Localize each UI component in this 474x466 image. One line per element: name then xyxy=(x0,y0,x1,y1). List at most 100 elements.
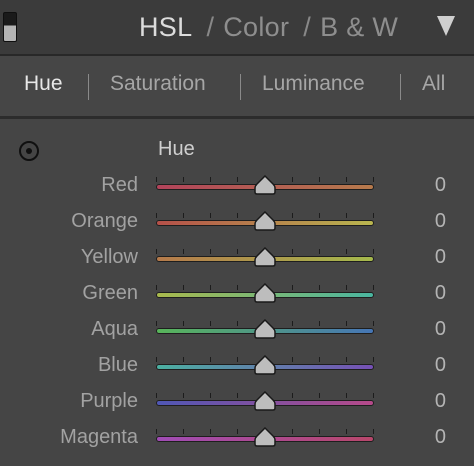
tab-bar: Hue Saturation Luminance All xyxy=(0,56,474,116)
tab-hue[interactable]: Hue xyxy=(24,71,63,97)
slider-thumb[interactable] xyxy=(254,175,276,195)
slider-thumb[interactable] xyxy=(254,391,276,411)
slider-tick xyxy=(346,177,347,182)
slider-tick xyxy=(210,213,211,218)
slider-tick xyxy=(292,393,293,398)
slider-tick xyxy=(319,393,320,398)
slider-value[interactable]: 0 xyxy=(435,172,446,198)
slider-row-red: Red 0 xyxy=(0,167,474,203)
slider-tick xyxy=(237,285,238,290)
slider-tick xyxy=(210,321,211,326)
slider-tick xyxy=(292,249,293,254)
slider-label: Red xyxy=(101,174,138,196)
slider-tick xyxy=(319,177,320,182)
slider-thumb[interactable] xyxy=(254,211,276,231)
slider-tick xyxy=(156,357,157,362)
slider-label: Green xyxy=(82,282,138,304)
slider-tick xyxy=(183,321,184,326)
slider-tick xyxy=(237,213,238,218)
slider-tick xyxy=(292,213,293,218)
section-label: Hue xyxy=(158,138,195,160)
slider-tick xyxy=(156,393,157,398)
slider-tick xyxy=(292,321,293,326)
slider-tick xyxy=(373,429,374,434)
slider-tick xyxy=(210,285,211,290)
slider-tick xyxy=(346,429,347,434)
panel-header[interactable]: HSL / Color / B & W xyxy=(0,0,474,54)
slider-tick xyxy=(156,249,157,254)
target-adjustment-icon[interactable] xyxy=(19,141,39,161)
title-hsl[interactable]: HSL xyxy=(139,12,192,42)
slider-tick xyxy=(319,321,320,326)
slider-thumb[interactable] xyxy=(254,427,276,447)
slider-label: Orange xyxy=(71,210,138,232)
hsl-panel: HSL / Color / B & W Hue Saturation Luminance… xyxy=(0,0,474,466)
slider-tick xyxy=(183,357,184,362)
slider-tick xyxy=(292,429,293,434)
slider-tick xyxy=(319,429,320,434)
slider-tick xyxy=(237,393,238,398)
slider-value[interactable]: 0 xyxy=(435,316,446,342)
slider-tick xyxy=(373,213,374,218)
slider-row-orange: Orange 0 xyxy=(0,203,474,239)
slider-tick xyxy=(346,393,347,398)
slider-tick xyxy=(183,285,184,290)
slider-row-green: Green 0 xyxy=(0,275,474,311)
panel-switch-icon[interactable] xyxy=(3,12,17,42)
tab-luminance[interactable]: Luminance xyxy=(262,71,365,97)
slider-tick xyxy=(210,357,211,362)
slider-value[interactable]: 0 xyxy=(435,388,446,414)
slider-tick xyxy=(183,177,184,182)
tab-separator xyxy=(240,74,241,100)
title-separator: / xyxy=(303,12,312,42)
slider-thumb[interactable] xyxy=(254,355,276,375)
slider-tick xyxy=(319,213,320,218)
collapse-arrow-icon[interactable] xyxy=(437,16,455,36)
slider-tick xyxy=(373,177,374,182)
slider-tick xyxy=(237,357,238,362)
slider-thumb[interactable] xyxy=(254,319,276,339)
panel-title: HSL / Color / B & W xyxy=(139,10,398,44)
slider-tick xyxy=(156,285,157,290)
title-color[interactable]: Color xyxy=(223,12,289,42)
slider-tick xyxy=(210,429,211,434)
slider-tick xyxy=(210,393,211,398)
slider-tick xyxy=(183,249,184,254)
slider-tick xyxy=(346,357,347,362)
slider-value[interactable]: 0 xyxy=(435,244,446,270)
slider-row-blue: Blue 0 xyxy=(0,347,474,383)
slider-tick xyxy=(373,321,374,326)
slider-tick xyxy=(292,285,293,290)
slider-tick xyxy=(156,177,157,182)
slider-value[interactable]: 0 xyxy=(435,208,446,234)
slider-tick xyxy=(346,285,347,290)
slider-label: Magenta xyxy=(60,426,138,448)
slider-thumb[interactable] xyxy=(254,283,276,303)
slider-label: Blue xyxy=(97,354,138,376)
slider-tick xyxy=(183,393,184,398)
slider-tick xyxy=(156,429,157,434)
slider-value[interactable]: 0 xyxy=(435,352,446,378)
slider-value[interactable]: 0 xyxy=(435,424,446,450)
slider-thumb[interactable] xyxy=(254,247,276,267)
slider-tick xyxy=(319,357,320,362)
slider-tick xyxy=(156,321,157,326)
slider-label: Purple xyxy=(80,390,138,412)
tab-all[interactable]: All xyxy=(422,71,445,97)
slider-tick xyxy=(346,213,347,218)
slider-tick xyxy=(373,357,374,362)
tab-separator xyxy=(400,74,401,100)
slider-tick xyxy=(183,213,184,218)
slider-row-aqua: Aqua 0 xyxy=(0,311,474,347)
slider-tick xyxy=(319,285,320,290)
slider-tick xyxy=(292,357,293,362)
slider-value[interactable]: 0 xyxy=(435,280,446,306)
tab-separator xyxy=(88,74,89,100)
slider-tick xyxy=(210,177,211,182)
tab-saturation[interactable]: Saturation xyxy=(110,71,206,97)
title-bw[interactable]: B & W xyxy=(320,12,398,42)
slider-tick xyxy=(237,321,238,326)
slider-tick xyxy=(237,177,238,182)
slider-tick xyxy=(346,249,347,254)
slider-tick xyxy=(237,249,238,254)
